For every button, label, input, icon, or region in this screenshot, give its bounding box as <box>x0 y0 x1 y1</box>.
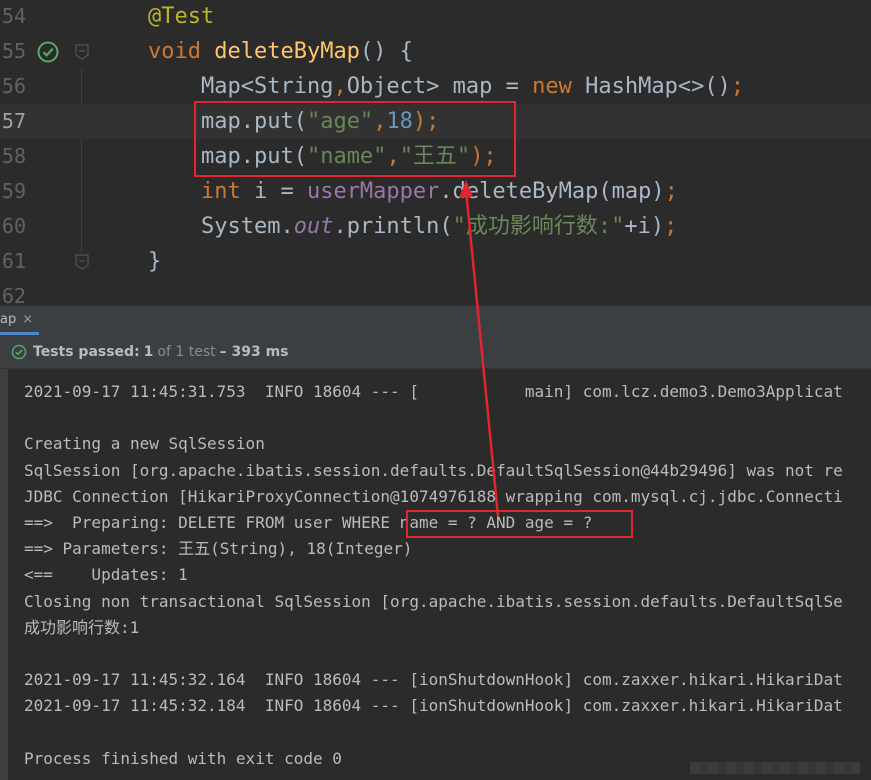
watermark <box>690 762 860 774</box>
annotation-arrow <box>459 180 500 517</box>
